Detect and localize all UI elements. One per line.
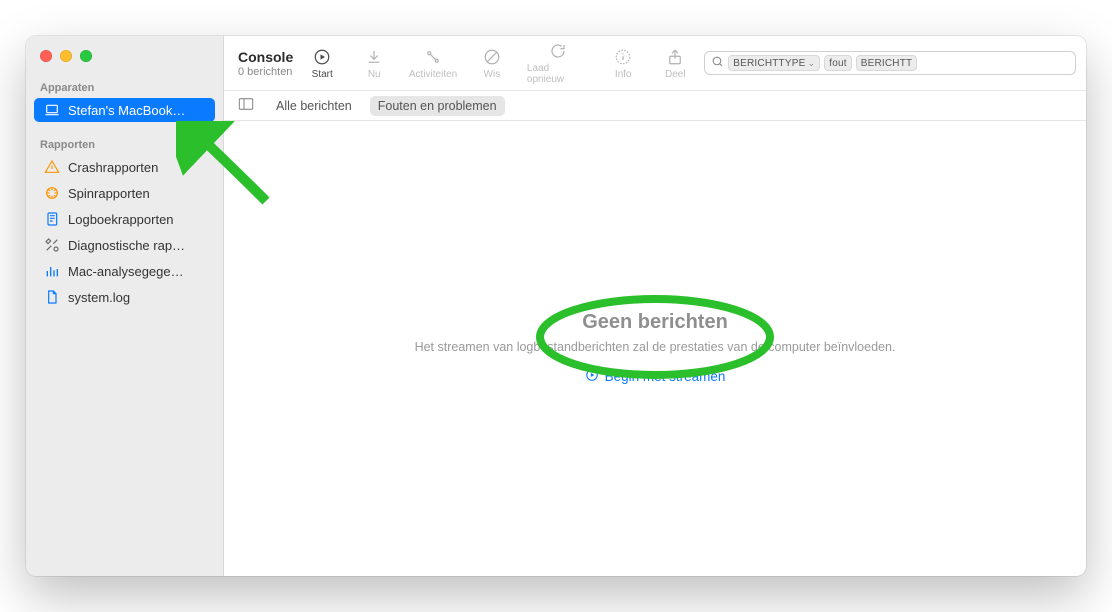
sidebar-item-spin-reports[interactable]: Spinrapporten [34,181,215,205]
search-input[interactable] [921,56,1071,70]
start-streaming-link[interactable]: Begin met streamen [585,368,726,385]
reload-button[interactable]: Laad opnieuw [521,39,594,87]
window-title: Console [238,49,293,65]
share-icon [666,47,684,67]
minimize-window-button[interactable] [60,50,72,62]
bar-chart-icon [44,263,60,279]
empty-title: Geen berichten [415,311,896,334]
info-button[interactable]: Info [600,45,646,82]
search-field[interactable]: BERICHTTYPE ⌄ fout BERICHTT [704,51,1076,75]
notebook-icon [44,211,60,227]
document-icon [44,289,60,305]
toolbar-label: Info [615,69,632,80]
close-window-button[interactable] [40,50,52,62]
search-icon [711,55,724,71]
tools-icon [44,237,60,253]
toolbar-label: Deel [665,69,686,80]
content-area: Geen berichten Het streamen van logbesta… [224,121,1086,576]
window-subtitle: 0 berichten [238,66,293,78]
filter-bar: Alle berichten Fouten en problemen [224,91,1086,121]
title-block: Console 0 berichten [234,49,293,78]
empty-message: Het streamen van logbestandberichten zal… [415,340,896,354]
empty-state: Geen berichten Het streamen van logbesta… [415,311,896,387]
sidebar-item-label: system.log [68,290,130,305]
toolbar-label: Start [312,69,333,80]
start-button[interactable]: Start [299,45,345,82]
toolbar-label: Laad opnieuw [527,63,588,85]
sidebar-section-devices: Apparaten [26,76,223,97]
sidebar-item-log-reports[interactable]: Logboekrapporten [34,207,215,231]
activity-icon [424,47,442,67]
spinner-icon [44,185,60,201]
sidebar-device-item[interactable]: Stefan's MacBook… [34,98,215,122]
sidebar-section-reports: Rapporten [26,133,223,154]
sidebar-item-mac-analytics[interactable]: Mac-analysegege… [34,259,215,283]
sidebar-item-label: Diagnostische rap… [68,238,185,253]
sidebar-item-label: Crashrapporten [68,160,158,175]
sidebar-toggle-button[interactable] [234,95,258,116]
sidebar-item-system-log[interactable]: system.log [34,285,215,309]
play-circle-icon [313,47,331,67]
sidebar-item-crash-reports[interactable]: Crashrapporten [34,155,215,179]
clear-button[interactable]: Wis [469,45,515,82]
zoom-window-button[interactable] [80,50,92,62]
activities-button[interactable]: Activiteiten [403,45,463,82]
warning-triangle-icon [44,159,60,175]
sidebar-device-label: Stefan's MacBook… [68,103,185,118]
search-token-value[interactable]: fout [824,55,851,71]
now-button[interactable]: Nu [351,45,397,82]
start-streaming-label: Begin met streamen [605,369,726,384]
toolbar-label: Wis [484,69,501,80]
sidebar-item-label: Mac-analysegege… [68,264,184,279]
chevron-down-icon: ⌄ [807,58,815,69]
filter-errors-and-faults[interactable]: Fouten en problemen [370,96,505,116]
toolbar-label: Activiteiten [409,69,457,80]
sidebar-item-label: Logboekrapporten [68,212,174,227]
window-controls [26,42,223,76]
reload-icon [549,41,567,61]
console-window: Apparaten Stefan's MacBook… Rapporten Cr… [26,36,1086,576]
clear-circle-icon [483,47,501,67]
search-token-trailing[interactable]: BERICHTT [856,55,918,71]
sidebar: Apparaten Stefan's MacBook… Rapporten Cr… [26,36,224,576]
filter-all-messages[interactable]: Alle berichten [268,96,360,116]
toolbar-label: Nu [368,69,381,80]
share-button[interactable]: Deel [652,45,698,82]
main-area: Console 0 berichten Start Nu Activitei [224,36,1086,576]
laptop-icon [44,102,60,118]
toolbar: Console 0 berichten Start Nu Activitei [224,36,1086,91]
info-icon [614,47,632,67]
sidebar-item-label: Spinrapporten [68,186,150,201]
play-circle-icon [585,368,599,385]
down-to-line-icon [365,47,383,67]
sidebar-item-diagnostic-reports[interactable]: Diagnostische rap… [34,233,215,257]
search-token-kind[interactable]: BERICHTTYPE ⌄ [728,55,820,71]
